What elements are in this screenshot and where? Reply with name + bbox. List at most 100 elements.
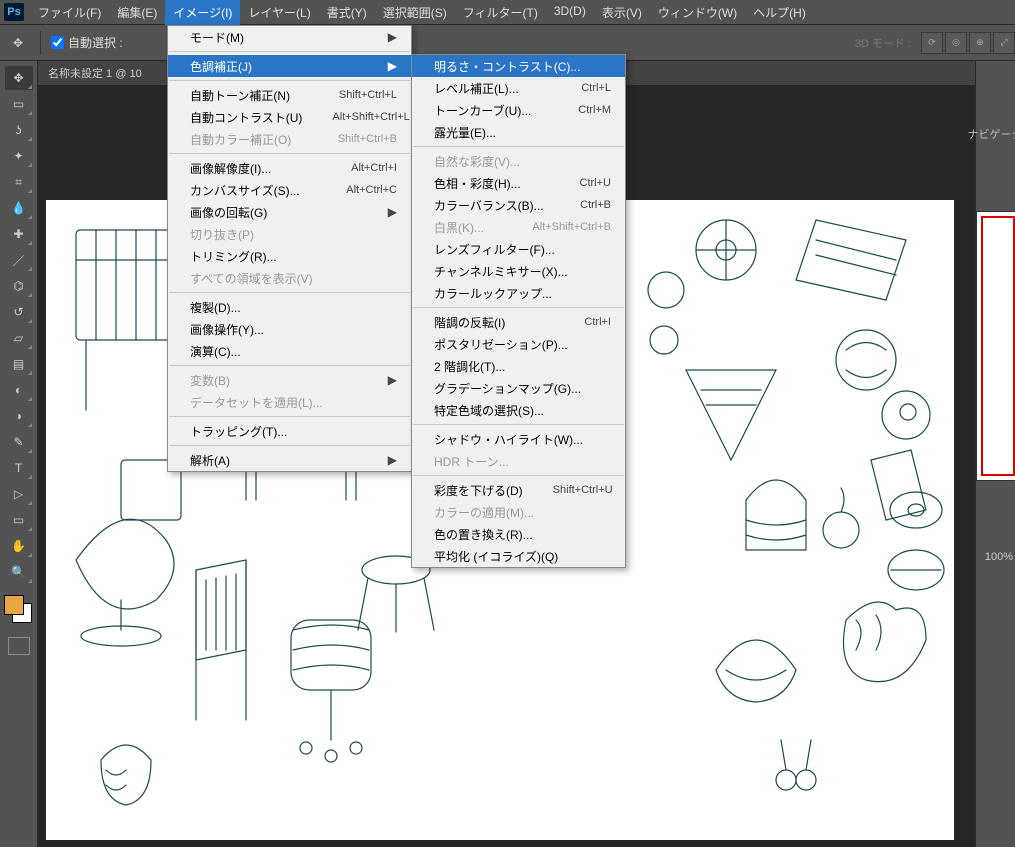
adjustments-menu-item[interactable]: 2 階調化(T)... bbox=[412, 355, 625, 377]
menu-item-選択範囲[interactable]: 選択範囲(S) bbox=[375, 0, 455, 25]
adjustments-menu-item[interactable]: 平均化 (イコライズ)(Q) bbox=[412, 545, 625, 567]
image-menu-item[interactable]: 画像解像度(I)...Alt+Ctrl+I bbox=[168, 157, 411, 179]
tool-magic-wand[interactable]: ✦ bbox=[5, 144, 33, 168]
image-menu-item[interactable]: モード(M)▶ bbox=[168, 26, 411, 48]
tool-crop[interactable]: ⌗ bbox=[5, 170, 33, 194]
image-menu-item[interactable]: カンバスサイズ(S)...Alt+Ctrl+C bbox=[168, 179, 411, 201]
submenu-arrow-icon: ▶ bbox=[388, 453, 397, 467]
menu-item-ヘルプ[interactable]: ヘルプ(H) bbox=[745, 0, 814, 25]
image-menu-item: データセットを適用(L)... bbox=[168, 391, 411, 413]
image-menu-item[interactable]: 色調補正(J)▶ bbox=[168, 55, 411, 77]
adjustments-menu-item[interactable]: 明るさ・コントラスト(C)... bbox=[412, 55, 625, 77]
tool-type[interactable]: T bbox=[5, 456, 33, 480]
navigator-viewport-box[interactable] bbox=[981, 216, 1015, 476]
tool-history-brush[interactable]: ↺ bbox=[5, 300, 33, 324]
tool-gradient[interactable]: ▤ bbox=[5, 352, 33, 376]
menu-item-表示[interactable]: 表示(V) bbox=[594, 0, 650, 25]
adjustments-menu-item[interactable]: レベル補正(L)...Ctrl+L bbox=[412, 77, 625, 99]
menu-item-label: 自動コントラスト(U) bbox=[190, 109, 302, 126]
tool-hand[interactable]: ✋ bbox=[5, 534, 33, 558]
auto-select-input[interactable] bbox=[51, 36, 64, 49]
menu-item-label: 画像解像度(I)... bbox=[190, 160, 321, 177]
menu-item-label: 画像操作(Y)... bbox=[190, 321, 397, 338]
navigator-thumbnail[interactable] bbox=[976, 211, 1015, 481]
tool-dodge[interactable]: ◑ bbox=[5, 404, 33, 428]
adjustments-menu-item[interactable]: トーンカーブ(U)...Ctrl+M bbox=[412, 99, 625, 121]
adjustments-menu-item[interactable]: ポスタリゼーション(P)... bbox=[412, 333, 625, 355]
menu-item-label: 階調の反転(I) bbox=[434, 314, 554, 331]
tool-zoom[interactable]: 🔍 bbox=[5, 560, 33, 584]
separator bbox=[40, 31, 41, 55]
tool-rectangle[interactable]: ▭ bbox=[5, 508, 33, 532]
image-menu-item[interactable]: 自動コントラスト(U)Alt+Shift+Ctrl+L bbox=[168, 106, 411, 128]
auto-select-label: 自動選択 : bbox=[68, 34, 123, 51]
adjustments-menu-item[interactable]: 露光量(E)... bbox=[412, 121, 625, 143]
tool-eraser[interactable]: ▱ bbox=[5, 326, 33, 350]
menu-item-label: カラールックアップ... bbox=[434, 285, 611, 302]
quick-mask-toggle[interactable] bbox=[8, 637, 30, 655]
tools-panel: ✥▭ʖ✦⌗💧✚／⌬↺▱▤◐◑✎T▷▭✋🔍 bbox=[0, 61, 38, 847]
app-logo: Ps bbox=[4, 3, 24, 21]
tool-blur[interactable]: ◐ bbox=[5, 378, 33, 402]
image-menu-item[interactable]: トラッピング(T)... bbox=[168, 420, 411, 442]
tool-lasso[interactable]: ʖ bbox=[5, 118, 33, 142]
menu-item-label: 切り抜き(P) bbox=[190, 226, 397, 243]
image-menu-item[interactable]: 画像の回転(G)▶ bbox=[168, 201, 411, 223]
foreground-color-swatch[interactable] bbox=[4, 595, 24, 615]
navigator-panel-tab[interactable]: ナビゲータ bbox=[975, 122, 1015, 146]
menu-item-shortcut: Ctrl+I bbox=[584, 316, 611, 328]
menu-item-label: 自動トーン補正(N) bbox=[190, 87, 309, 104]
mode3d-btn-4[interactable]: ⤢ bbox=[993, 32, 1015, 54]
image-menu-item: 変数(B)▶ bbox=[168, 369, 411, 391]
mode3d-label: 3D モード : bbox=[855, 35, 911, 51]
menu-item-shortcut: Ctrl+B bbox=[580, 199, 611, 211]
tool-eyedropper[interactable]: 💧 bbox=[5, 196, 33, 220]
adjustments-menu-item[interactable]: 彩度を下げる(D)Shift+Ctrl+U bbox=[412, 479, 625, 501]
tool-path-select[interactable]: ▷ bbox=[5, 482, 33, 506]
adjustments-menu-item[interactable]: カラールックアップ... bbox=[412, 282, 625, 304]
right-panel-strip: ナビゲータ 100% bbox=[975, 61, 1015, 847]
menu-item-shortcut: Ctrl+U bbox=[580, 177, 611, 189]
tool-move[interactable]: ✥ bbox=[5, 66, 33, 90]
tool-pen[interactable]: ✎ bbox=[5, 430, 33, 454]
mode3d-btn-1[interactable]: ⟳ bbox=[921, 32, 943, 54]
menu-item-フィルター[interactable]: フィルター(T) bbox=[455, 0, 546, 25]
adjustments-menu-item[interactable]: カラーバランス(B)...Ctrl+B bbox=[412, 194, 625, 216]
adjustments-menu-item[interactable]: 色相・彩度(H)...Ctrl+U bbox=[412, 172, 625, 194]
image-menu-item[interactable]: 解析(A)▶ bbox=[168, 449, 411, 471]
image-menu-item[interactable]: 画像操作(Y)... bbox=[168, 318, 411, 340]
mode3d-btn-3[interactable]: ⊕ bbox=[969, 32, 991, 54]
image-menu-item[interactable]: 複製(D)... bbox=[168, 296, 411, 318]
tool-spot-heal[interactable]: ✚ bbox=[5, 222, 33, 246]
menu-item-label: 色の置き換え(R)... bbox=[434, 526, 611, 543]
tool-marquee[interactable]: ▭ bbox=[5, 92, 33, 116]
menu-item-書式[interactable]: 書式(Y) bbox=[319, 0, 375, 25]
image-menu-item[interactable]: 演算(C)... bbox=[168, 340, 411, 362]
adjustments-menu-item[interactable]: 階調の反転(I) Ctrl+I bbox=[412, 311, 625, 333]
menu-item-ウィンドウ[interactable]: ウィンドウ(W) bbox=[650, 0, 745, 25]
auto-select-checkbox[interactable]: 自動選択 : bbox=[51, 34, 123, 51]
image-menu-item[interactable]: トリミング(R)... bbox=[168, 245, 411, 267]
adjustments-menu-item[interactable]: グラデーションマップ(G)... bbox=[412, 377, 625, 399]
adjustments-menu-item[interactable]: 色の置き換え(R)... bbox=[412, 523, 625, 545]
adjustments-menu-item[interactable]: レンズフィルター(F)... bbox=[412, 238, 625, 260]
menu-item-編集[interactable]: 編集(E) bbox=[109, 0, 165, 25]
menu-item-レイヤー[interactable]: レイヤー(L) bbox=[240, 0, 318, 25]
menu-item-label: 白黒(K)... bbox=[434, 219, 502, 236]
mode3d-btn-2[interactable]: ◎ bbox=[945, 32, 967, 54]
adjustments-menu-item[interactable]: 特定色域の選択(S)... bbox=[412, 399, 625, 421]
adjustments-menu-item[interactable]: チャンネルミキサー(X)... bbox=[412, 260, 625, 282]
document-tab[interactable]: 名称未設定 1 @ 10 bbox=[48, 65, 142, 81]
move-icon: ✥ bbox=[6, 31, 30, 55]
image-menu-item: 切り抜き(P) bbox=[168, 223, 411, 245]
color-swatches[interactable] bbox=[4, 595, 34, 625]
image-menu-dropdown: モード(M)▶色調補正(J)▶自動トーン補正(N)Shift+Ctrl+L自動コ… bbox=[167, 25, 412, 472]
menu-item-3d[interactable]: 3D(D) bbox=[546, 0, 594, 25]
tool-brush[interactable]: ／ bbox=[5, 248, 33, 272]
menu-item-ファイル[interactable]: ファイル(F) bbox=[30, 0, 109, 25]
image-menu-item[interactable]: 自動トーン補正(N)Shift+Ctrl+L bbox=[168, 84, 411, 106]
tool-clone[interactable]: ⌬ bbox=[5, 274, 33, 298]
adjustments-menu-item[interactable]: シャドウ・ハイライト(W)... bbox=[412, 428, 625, 450]
menu-item-イメージ[interactable]: イメージ(I) bbox=[165, 0, 240, 25]
image-menu-item: 自動カラー補正(O)Shift+Ctrl+B bbox=[168, 128, 411, 150]
